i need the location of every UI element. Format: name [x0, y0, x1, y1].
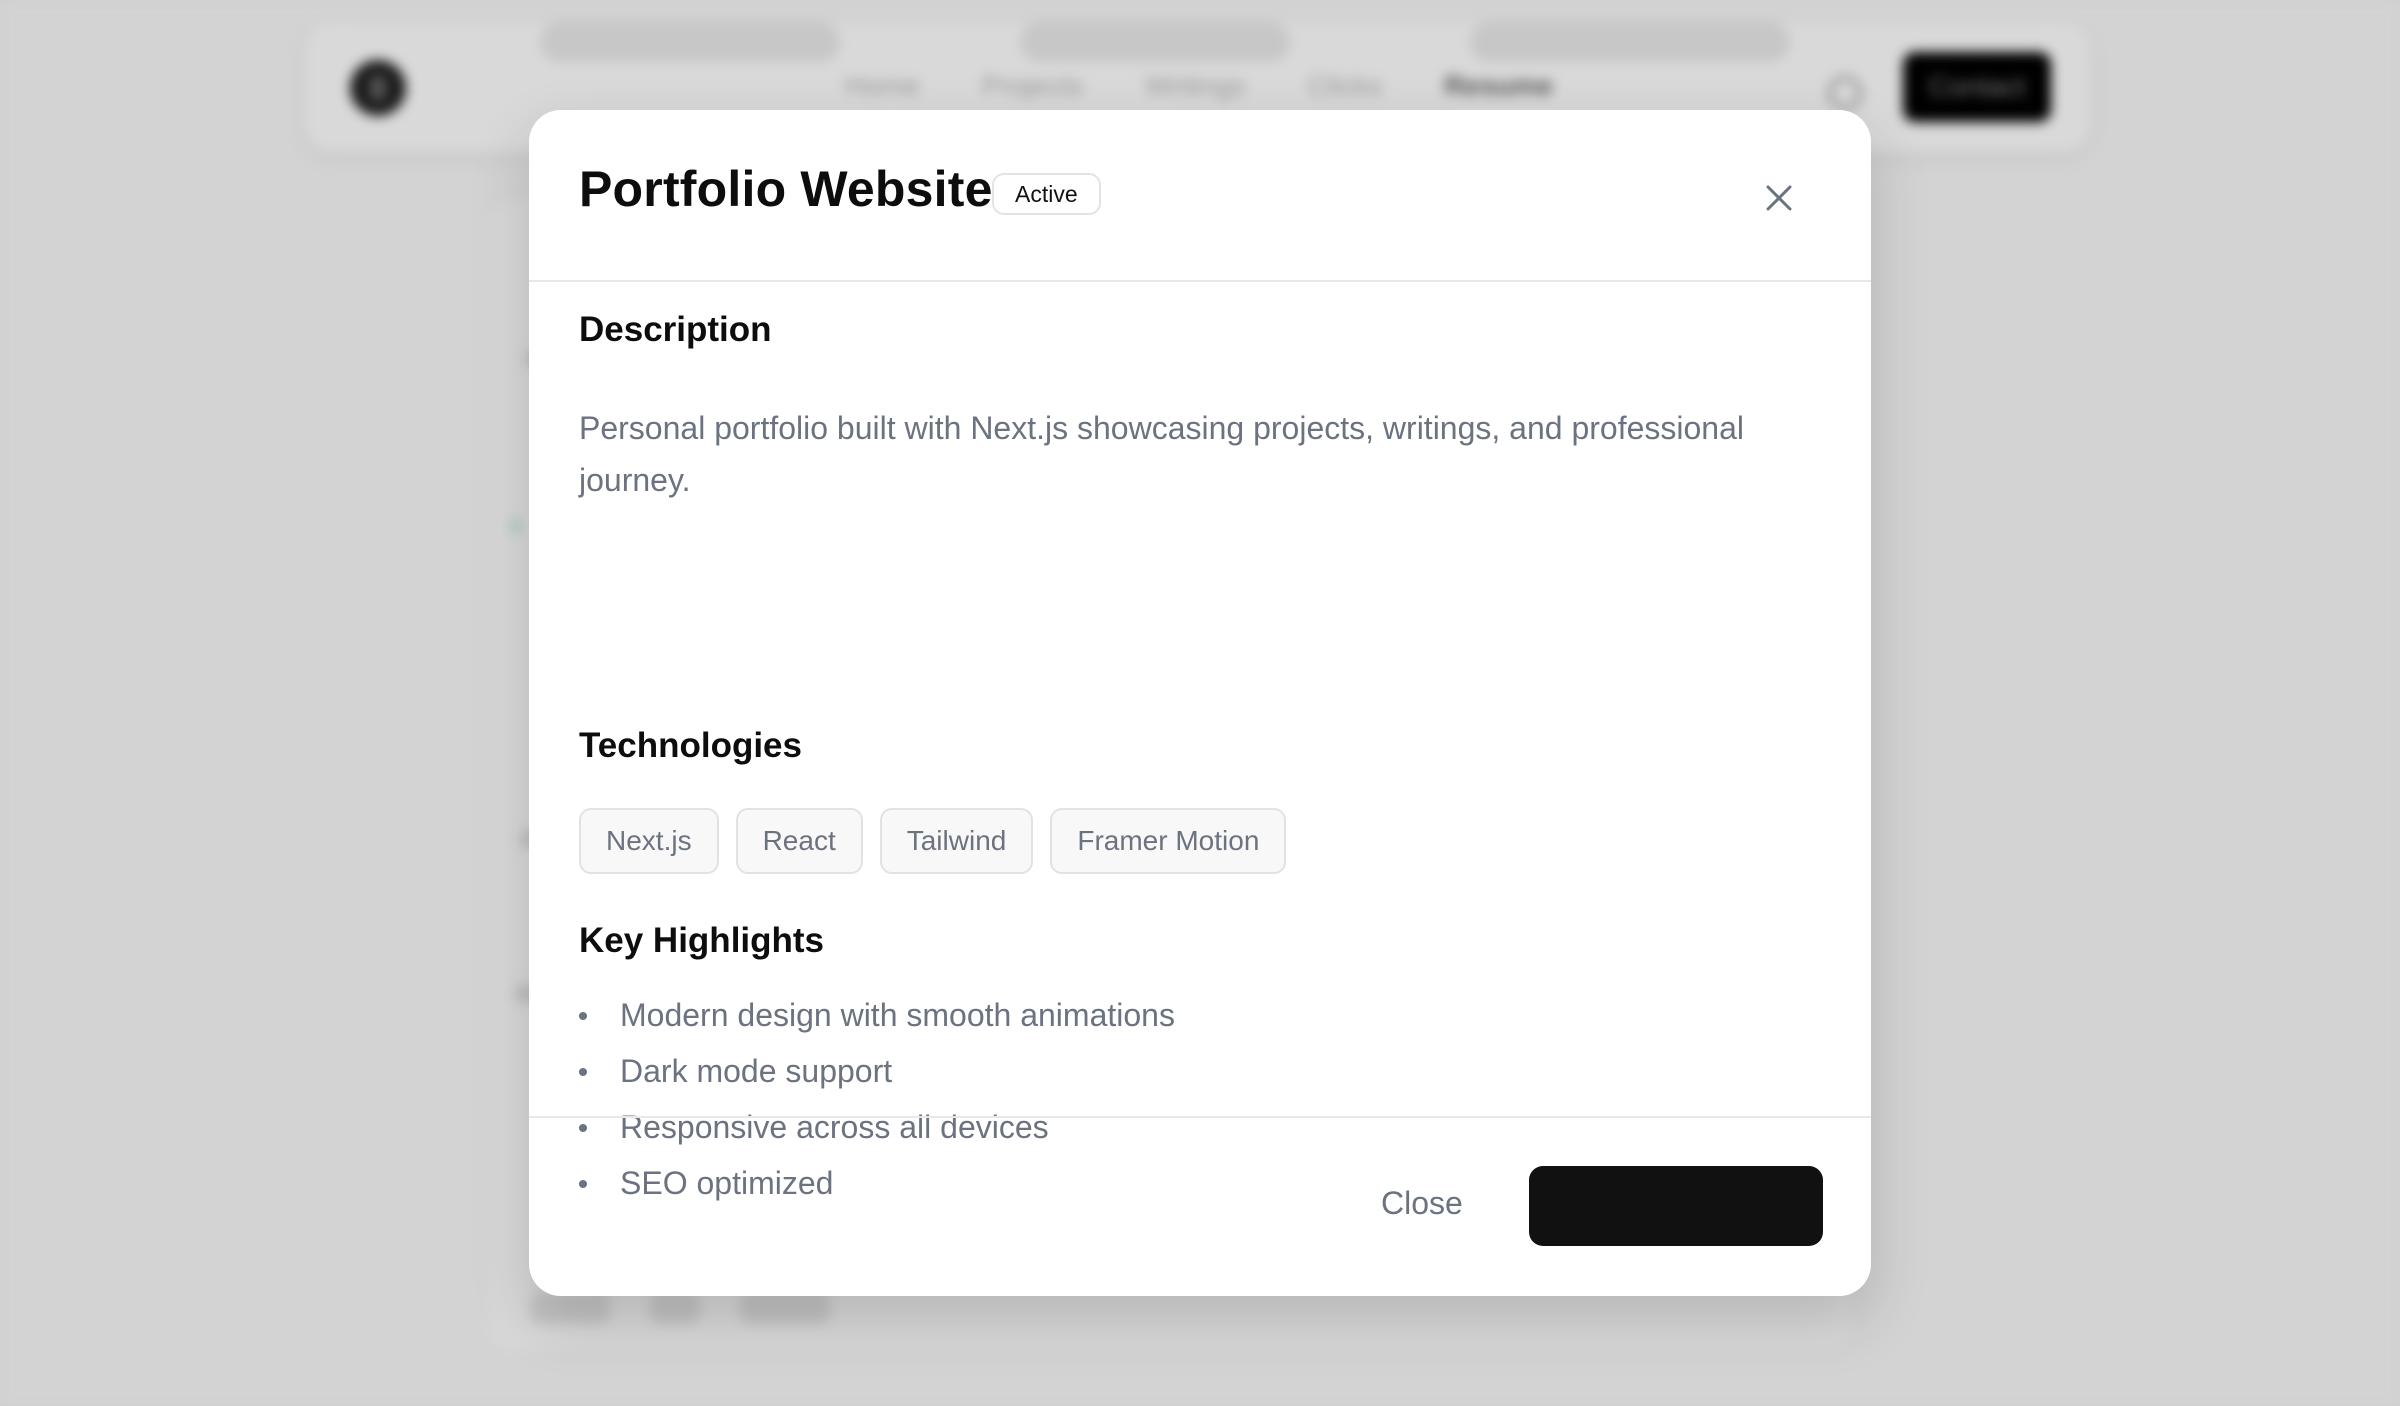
- background-placeholder: [1020, 22, 1290, 62]
- description-heading: Description: [579, 310, 772, 349]
- background-placeholder: [1470, 22, 1790, 62]
- background-placeholder: [650, 1292, 700, 1324]
- list-item: Dark mode support: [579, 1043, 1175, 1099]
- modal-title: Portfolio Website: [579, 161, 993, 217]
- highlights-heading: Key Highlights: [579, 921, 825, 960]
- technology-chip: Tailwind: [879, 808, 1034, 874]
- background-placeholder: [510, 520, 522, 532]
- close-icon[interactable]: [1757, 176, 1801, 220]
- technologies-heading: Technologies: [579, 726, 802, 765]
- technology-chip: React: [735, 808, 863, 874]
- background-placeholder: [540, 22, 840, 62]
- technology-chip: Next.js: [579, 808, 719, 874]
- background-contact-button: Contact: [1903, 52, 2051, 122]
- list-item: Modern design with smooth animations: [579, 987, 1175, 1043]
- background-search-icon: [1828, 76, 1862, 110]
- background-nav-links: Home Projects Writings Clicks Resume: [845, 70, 1553, 102]
- highlight-text: Modern design with smooth animations: [620, 997, 1175, 1033]
- technology-list: Next.js React Tailwind Framer Motion: [579, 808, 1287, 874]
- bullet-icon: [579, 1012, 587, 1020]
- close-button[interactable]: Close: [1359, 1166, 1485, 1240]
- highlight-text: Dark mode support: [620, 1053, 893, 1089]
- background-nav-link: Writings: [1144, 70, 1246, 101]
- background-nav-link: Home: [845, 70, 920, 101]
- project-modal: Portfolio Website Active Description Per…: [529, 110, 1871, 1296]
- close-icon-glyph: [1766, 185, 1792, 211]
- background-nav-link: Resume: [1444, 70, 1554, 101]
- background-placeholder: [740, 1292, 830, 1324]
- description-text: Personal portfolio built with Next.js sh…: [579, 410, 1744, 498]
- technology-chip: Framer Motion: [1050, 808, 1287, 874]
- background-placeholder: [530, 1292, 610, 1324]
- primary-action-button[interactable]: [1529, 1166, 1823, 1246]
- background-logo: [350, 60, 406, 116]
- status-badge: Active: [992, 173, 1101, 215]
- modal-header: Portfolio Website Active: [529, 110, 1871, 282]
- background-nav-link: Projects: [981, 70, 1083, 101]
- background-nav-link: Clicks: [1307, 70, 1383, 101]
- bullet-icon: [579, 1068, 587, 1076]
- modal-footer: Close: [529, 1116, 1871, 1296]
